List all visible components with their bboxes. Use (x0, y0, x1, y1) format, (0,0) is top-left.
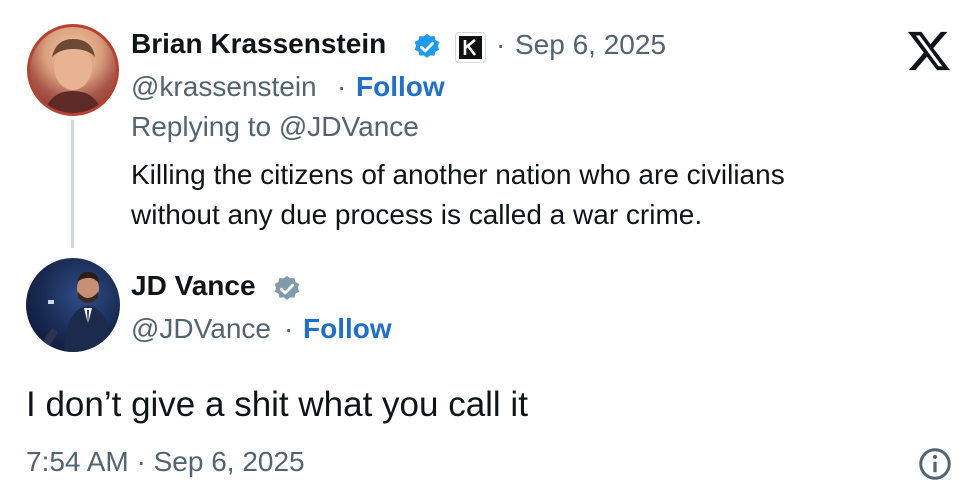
replying-to-line: Replying to @JDVance (131, 111, 419, 143)
replying-to-handle[interactable]: @JDVance (279, 111, 419, 142)
parent-tweet-text-line1: Killing the citizens of another nation w… (131, 159, 785, 190)
reply-follow-separator: · (284, 313, 294, 344)
parent-date[interactable]: Sep 6, 2025 (515, 29, 666, 61)
verified-gray-badge-icon (272, 274, 302, 309)
reply-handle[interactable]: @JDVance (131, 313, 271, 345)
reply-timestamp[interactable]: 7:54 AM · Sep 6, 2025 (26, 446, 305, 478)
parent-separator: · (496, 29, 506, 60)
reply-tweet-text: I don’t give a shit what you call it (26, 385, 528, 424)
follow-button-krassenstein[interactable]: Follow (356, 71, 445, 103)
parent-handle[interactable]: @krassenstein (131, 71, 317, 103)
avatar-portrait-icon (36, 271, 112, 352)
avatar-portrait-icon (44, 39, 102, 113)
thread-connector-line (71, 120, 74, 248)
k-badge-icon (455, 32, 486, 63)
parent-follow-separator: · (337, 71, 347, 102)
follow-button-jdvance[interactable]: Follow (303, 313, 392, 345)
reply-author-name[interactable]: JD Vance (131, 270, 256, 302)
x-logo-icon[interactable] (906, 30, 952, 77)
verified-badge-icon (412, 32, 442, 67)
parent-author-name[interactable]: Brian Krassenstein (131, 28, 386, 60)
parent-tweet-text: Killing the citizens of another nation w… (131, 155, 931, 235)
avatar-brian-krassenstein[interactable] (27, 24, 119, 116)
replying-to-prefix: Replying to (131, 111, 279, 142)
info-icon[interactable] (917, 446, 953, 487)
parent-tweet-text-line2: without any due process is called a war … (131, 199, 703, 230)
avatar-jd-vance[interactable] (26, 258, 120, 352)
